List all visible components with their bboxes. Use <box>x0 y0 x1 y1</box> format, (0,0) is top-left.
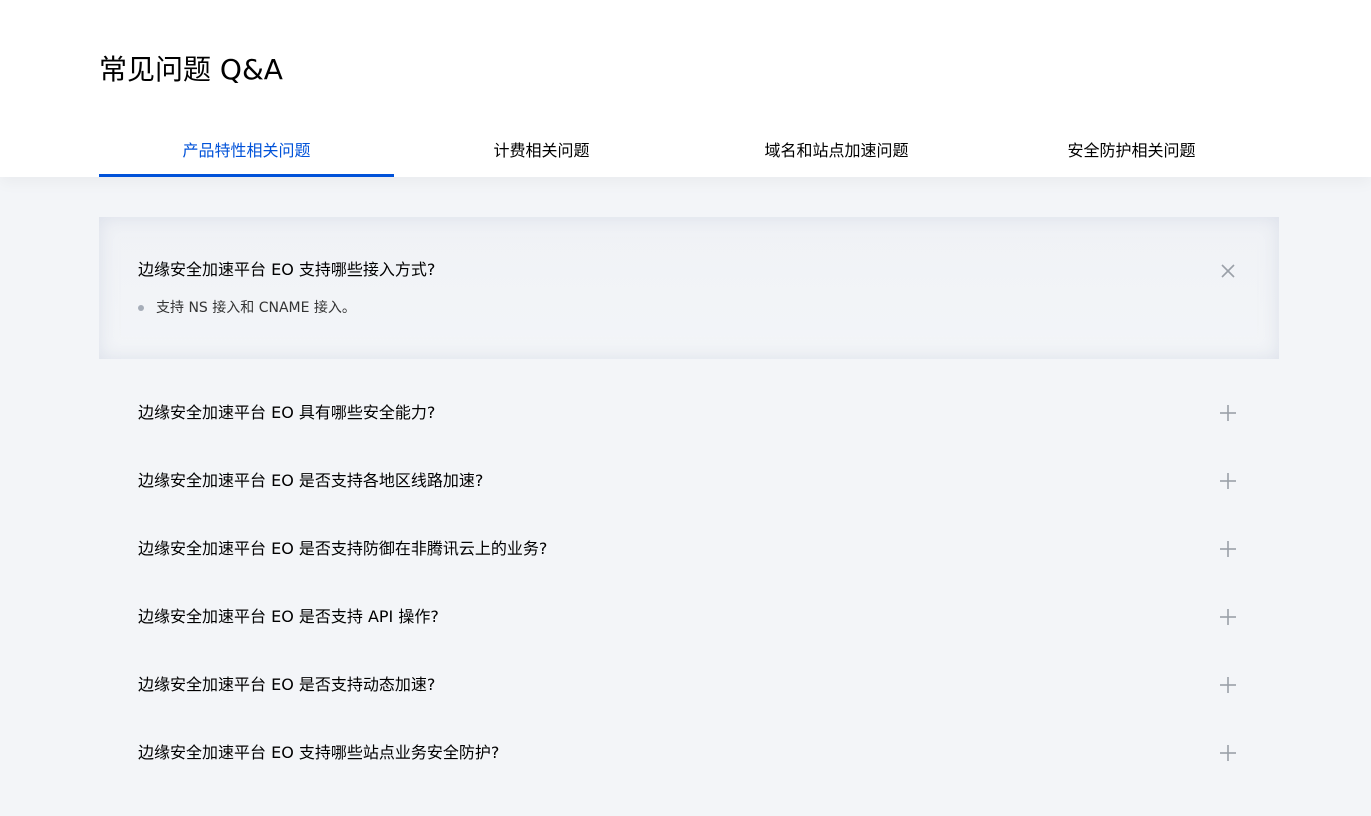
faq-question[interactable]: 边缘安全加速平台 EO 具有哪些安全能力? <box>138 402 435 424</box>
faq-item[interactable]: 边缘安全加速平台 EO 是否支持动态加速? <box>99 651 1279 719</box>
plus-icon[interactable] <box>1220 405 1236 421</box>
plus-icon[interactable] <box>1220 677 1236 693</box>
faq-question[interactable]: 边缘安全加速平台 EO 支持哪些接入方式? <box>138 259 435 281</box>
tab-billing[interactable]: 计费相关问题 <box>394 120 689 177</box>
faq-question[interactable]: 边缘安全加速平台 EO 是否支持防御在非腾讯云上的业务? <box>138 538 547 560</box>
faq-question[interactable]: 边缘安全加速平台 EO 是否支持 API 操作? <box>138 606 439 628</box>
faq-answer: 支持 NS 接入和 CNAME 接入。 <box>138 299 356 317</box>
faq-item[interactable]: 边缘安全加速平台 EO 是否支持各地区线路加速? <box>99 447 1279 515</box>
bullet-icon <box>138 305 144 311</box>
faq-item[interactable]: 边缘安全加速平台 EO 是否支持防御在非腾讯云上的业务? <box>99 515 1279 583</box>
plus-icon[interactable] <box>1220 473 1236 489</box>
faq-item[interactable]: 边缘安全加速平台 EO 是否支持 API 操作? <box>99 583 1279 651</box>
page-header: 常见问题 Q&A 产品特性相关问题 计费相关问题 域名和站点加速问题 安全防护相… <box>0 0 1371 177</box>
tab-product-features[interactable]: 产品特性相关问题 <box>99 120 394 177</box>
category-tabs: 产品特性相关问题 计费相关问题 域名和站点加速问题 安全防护相关问题 <box>99 120 1279 177</box>
faq-question[interactable]: 边缘安全加速平台 EO 是否支持各地区线路加速? <box>138 470 483 492</box>
plus-icon[interactable] <box>1220 609 1236 625</box>
faq-question[interactable]: 边缘安全加速平台 EO 是否支持动态加速? <box>138 674 435 696</box>
faq-item[interactable]: 边缘安全加速平台 EO 支持哪些站点业务安全防护? <box>99 719 1279 787</box>
tab-domain-site-acceleration[interactable]: 域名和站点加速问题 <box>689 120 984 177</box>
plus-icon[interactable] <box>1220 745 1236 761</box>
close-icon[interactable] <box>1220 263 1236 279</box>
faq-answer-text: 支持 NS 接入和 CNAME 接入。 <box>156 300 356 316</box>
faq-question[interactable]: 边缘安全加速平台 EO 支持哪些站点业务安全防护? <box>138 742 499 764</box>
faq-item[interactable]: 边缘安全加速平台 EO 具有哪些安全能力? <box>99 379 1279 447</box>
tab-security-protection[interactable]: 安全防护相关问题 <box>984 120 1279 177</box>
faq-item[interactable]: 边缘安全加速平台 EO 支持哪些接入方式? 支持 NS 接入和 CNAME 接入… <box>99 217 1279 359</box>
page-title: 常见问题 Q&A <box>99 53 283 86</box>
faq-list: 边缘安全加速平台 EO 支持哪些接入方式? 支持 NS 接入和 CNAME 接入… <box>99 217 1279 787</box>
plus-icon[interactable] <box>1220 541 1236 557</box>
